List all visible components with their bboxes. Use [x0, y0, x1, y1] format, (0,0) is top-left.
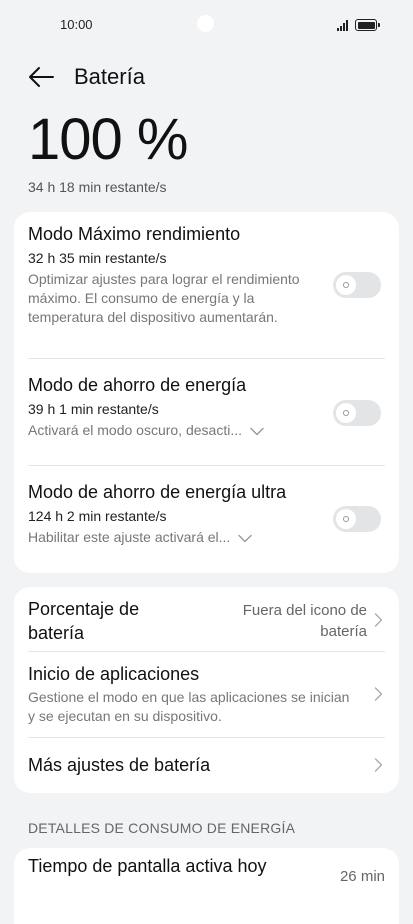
power-modes-card: Modo Máximo rendimiento 32 h 35 min rest…: [14, 212, 399, 573]
battery-remaining-time: 34 h 18 min restante/s: [28, 179, 167, 195]
chevron-down-icon[interactable]: [250, 427, 264, 436]
performance-mode-title: Modo Máximo rendimiento: [28, 224, 241, 244]
chevron-down-icon[interactable]: [238, 534, 253, 543]
performance-mode-item[interactable]: Modo Máximo rendimiento 32 h 35 min rest…: [28, 222, 319, 327]
battery-percentage-title: Porcentaje de batería: [28, 599, 140, 643]
battery-percent: 100 %: [28, 107, 188, 172]
app-launch-item[interactable]: Inicio de aplicaciones Gestione el modo …: [28, 662, 359, 726]
signal-icon: [337, 20, 351, 31]
ultra-power-saving-mode-description: Habilitar este ajuste activará el...: [28, 529, 231, 545]
screen-time-title: Tiempo de pantalla activa hoy: [28, 856, 267, 876]
battery-icon: [355, 19, 380, 31]
screen-time-value: 26 min: [339, 868, 385, 885]
divider: [28, 358, 385, 359]
ultra-power-saving-mode-title: Modo de ahorro de energía ultra: [28, 482, 287, 502]
divider: [28, 651, 385, 652]
header: Batería: [28, 62, 145, 92]
status-bar: 10:00: [0, 0, 413, 50]
chevron-right-icon: [374, 758, 383, 772]
power-saving-mode-toggle[interactable]: [333, 400, 381, 426]
chevron-right-icon: [374, 613, 383, 627]
screen-time-item[interactable]: Tiempo de pantalla activa hoy: [28, 854, 279, 878]
power-saving-mode-remaining: 39 h 1 min restante/s: [28, 401, 159, 417]
battery-percentage-item[interactable]: Porcentaje de batería: [28, 597, 199, 645]
battery-percentage-value: Fuera del icono de batería: [242, 602, 367, 640]
power-saving-mode-description-row: Activará el modo oscuro, desacti...: [28, 421, 319, 440]
performance-mode-remaining: 32 h 35 min restante/s: [28, 250, 167, 266]
more-battery-settings-item[interactable]: Más ajustes de batería: [28, 753, 359, 777]
app-launch-description: Gestione el modo en que las aplicaciones…: [28, 689, 350, 724]
app-launch-title: Inicio de aplicaciones: [28, 664, 200, 684]
power-saving-mode-title: Modo de ahorro de energía: [28, 375, 247, 395]
ultra-power-saving-mode-item[interactable]: Modo de ahorro de energía ultra 124 h 2 …: [28, 480, 319, 547]
energy-details-card: Tiempo de pantalla activa hoy 26 min: [14, 848, 399, 924]
ultra-power-saving-mode-remaining: 124 h 2 min restante/s: [28, 508, 167, 524]
performance-mode-toggle[interactable]: [333, 272, 381, 298]
divider: [28, 465, 385, 466]
ultra-power-saving-mode-toggle[interactable]: [333, 506, 381, 532]
back-arrow-icon[interactable]: [28, 66, 54, 88]
performance-mode-description: Optimizar ajustes para lograr el rendimi…: [28, 271, 300, 325]
ultra-power-saving-mode-description-row: Habilitar este ajuste activará el...: [28, 528, 319, 547]
chevron-right-icon: [374, 687, 383, 701]
battery-settings-card: Porcentaje de batería Fuera del icono de…: [14, 587, 399, 793]
divider: [28, 737, 385, 738]
status-time: 10:00: [60, 17, 93, 32]
page-title: Batería: [74, 64, 145, 89]
power-saving-mode-item[interactable]: Modo de ahorro de energía 39 h 1 min res…: [28, 373, 319, 440]
power-saving-mode-description: Activará el modo oscuro, desacti...: [28, 422, 242, 438]
camera-cutout: [197, 15, 214, 32]
section-header: DETALLES DE CONSUMO DE ENERGÍA: [28, 820, 296, 836]
more-battery-settings-title: Más ajustes de batería: [28, 755, 211, 775]
